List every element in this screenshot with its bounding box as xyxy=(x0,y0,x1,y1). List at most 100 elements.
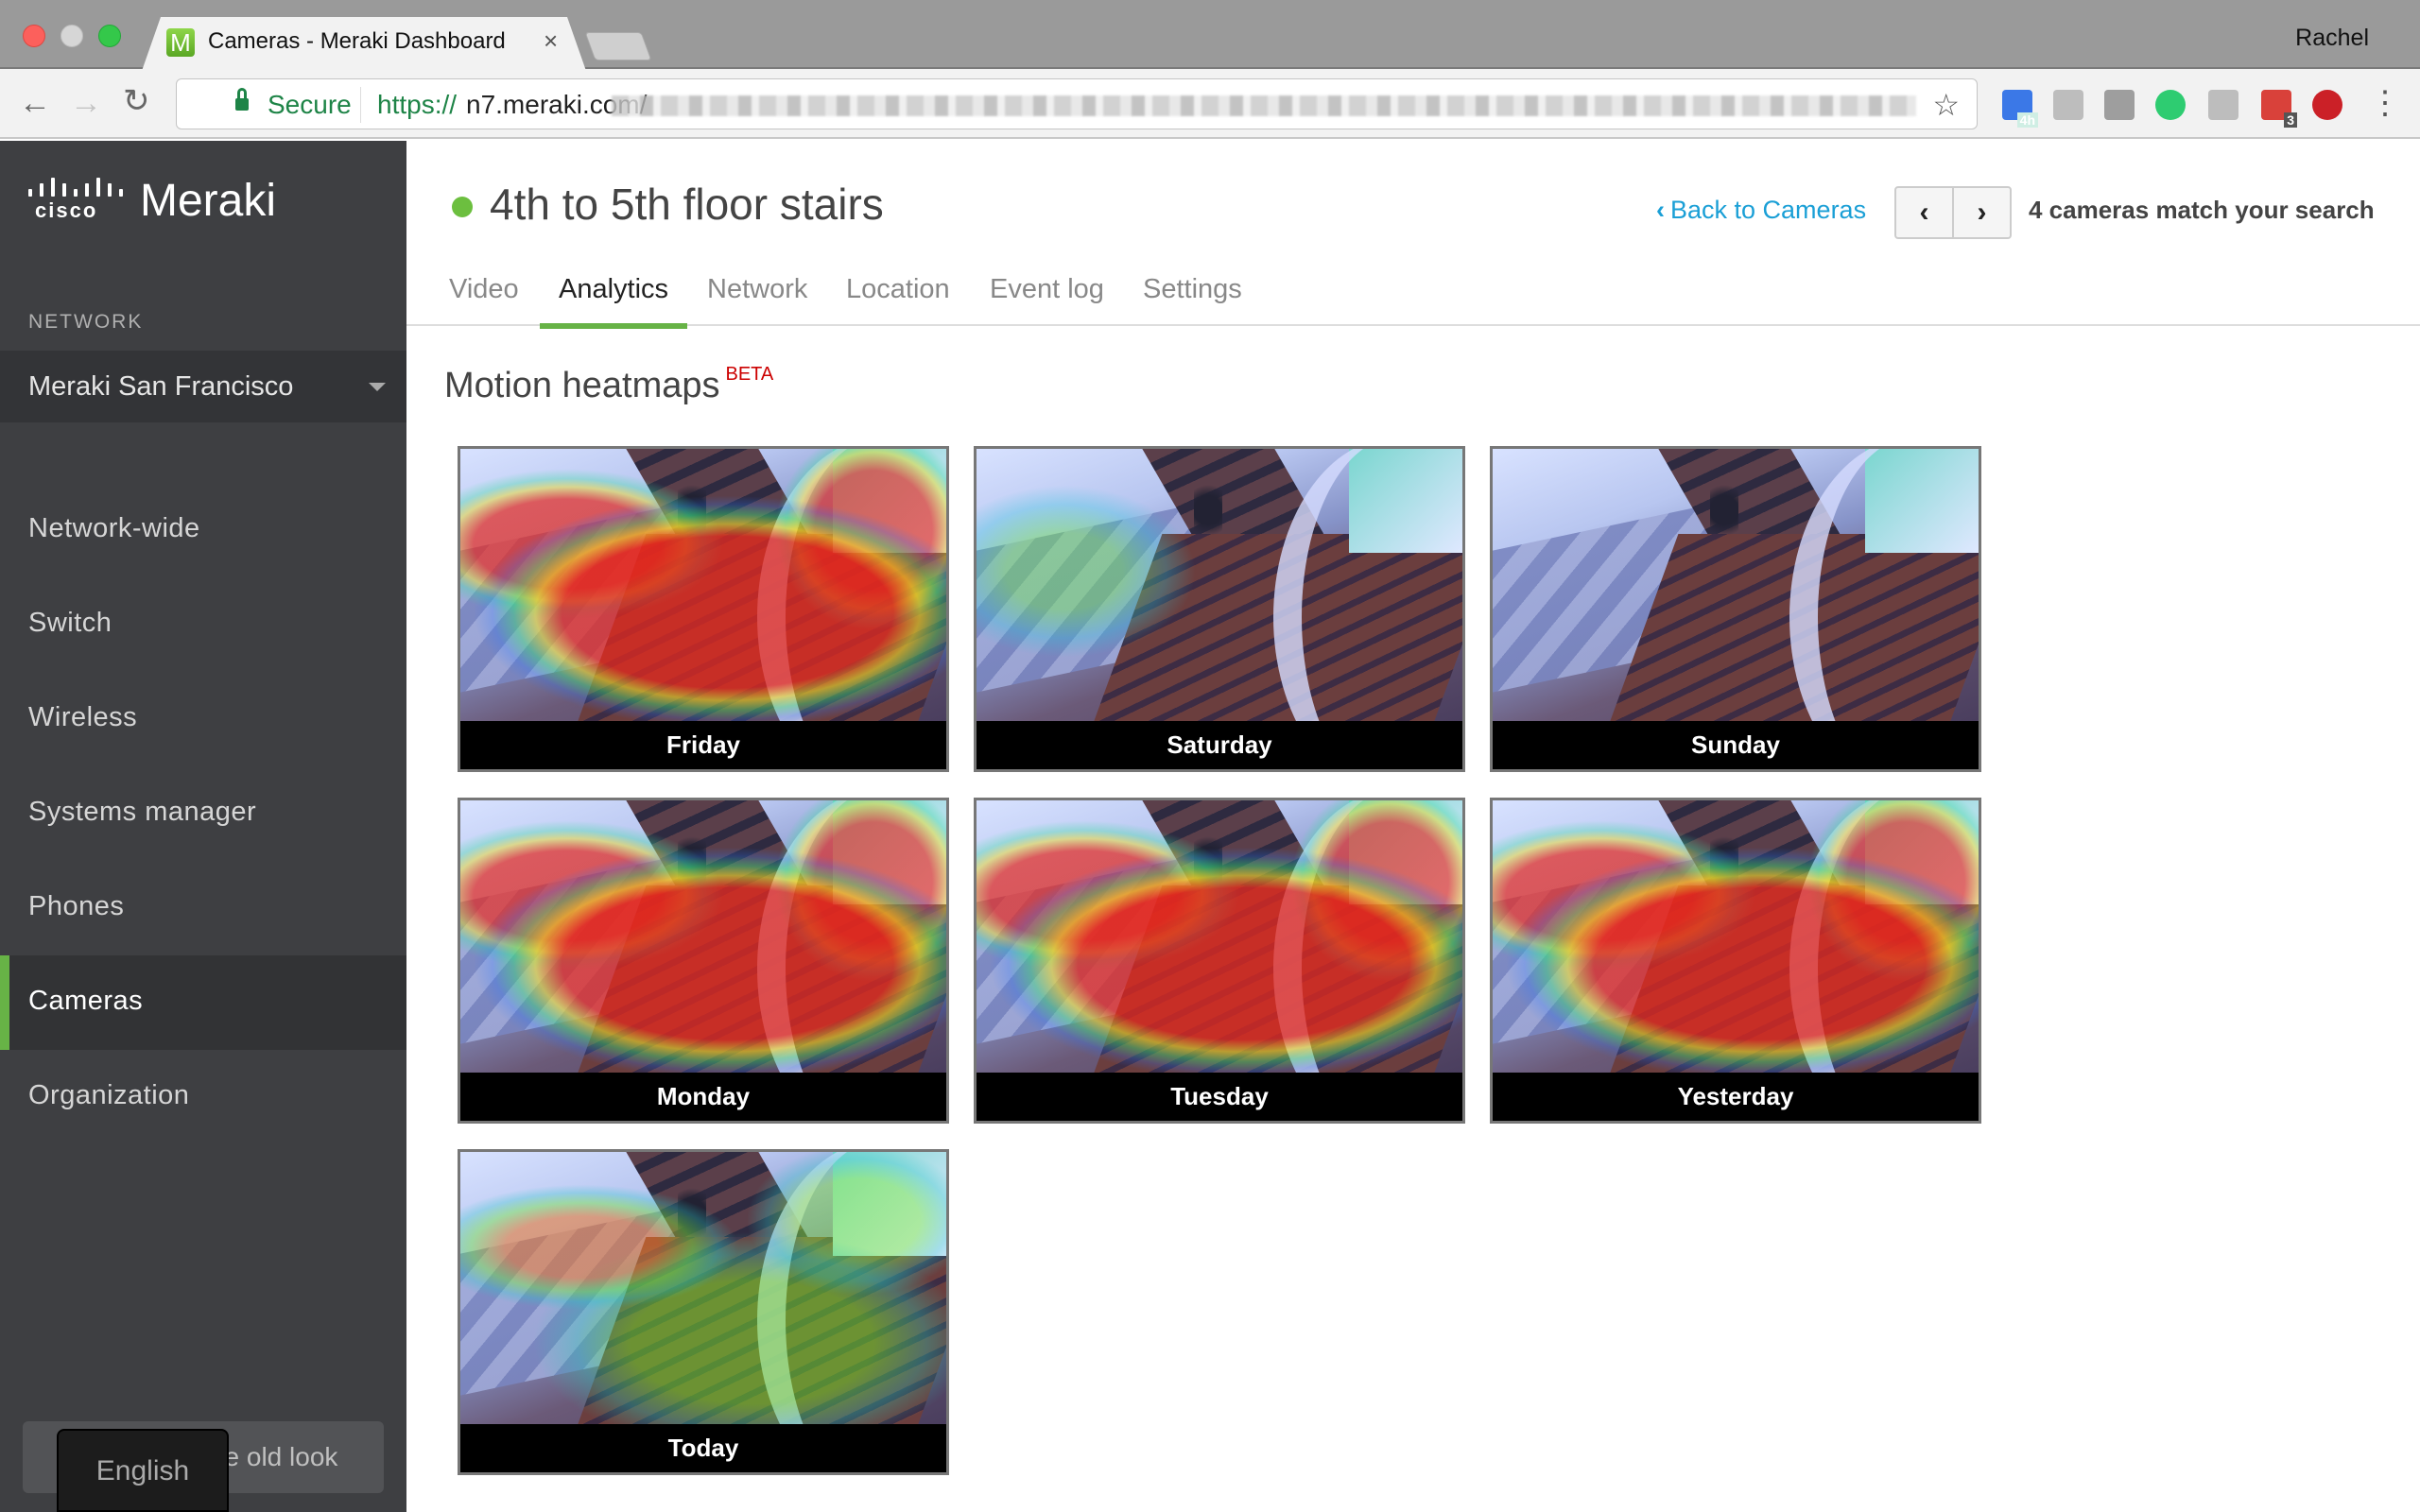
heatmap-tile-today[interactable]: Today xyxy=(458,1149,949,1475)
tab-location[interactable]: Location xyxy=(846,274,950,327)
heatmap-overlay xyxy=(977,449,1462,721)
sidebar-item-label: Network-wide xyxy=(28,513,200,543)
heatmap-overlay xyxy=(977,800,1462,1073)
back-arrow-icon[interactable]: ← xyxy=(19,84,51,122)
sidebar-item-label: Organization xyxy=(28,1080,190,1110)
tab-label: Location xyxy=(846,274,950,304)
heatmap-caption: Friday xyxy=(460,721,946,769)
minimize-window-button[interactable] xyxy=(60,25,83,47)
language-popup[interactable]: English xyxy=(57,1429,229,1512)
calendar-extension-icon[interactable]: 4h xyxy=(2002,90,2038,128)
back-to-cameras-link[interactable]: ‹ Back to Cameras xyxy=(1656,196,1866,225)
heatmap-caption: Sunday xyxy=(1493,721,1979,769)
secure-label: Secure xyxy=(268,90,352,119)
heatmap-tile-tuesday[interactable]: Tuesday xyxy=(974,798,1465,1124)
sidebar-item-organization[interactable]: Organization xyxy=(0,1050,406,1144)
section-title: Motion heatmaps xyxy=(444,366,720,405)
bookmark-star-icon[interactable]: ☆ xyxy=(1932,87,1960,123)
phone-extension-icon[interactable] xyxy=(2155,90,2186,120)
heatmap-overlay xyxy=(460,1152,946,1424)
beta-badge: BETA xyxy=(725,364,774,385)
heatmap-caption: Yesterday xyxy=(1493,1073,1979,1121)
sidebar-item-wireless[interactable]: Wireless xyxy=(0,672,406,766)
maximize-window-button[interactable] xyxy=(98,25,121,47)
sidebar-item-label: Wireless xyxy=(28,702,138,732)
sidebar-item-label: Cameras xyxy=(28,986,144,1016)
heatmap-image xyxy=(460,800,946,1073)
extension-badge: 3 xyxy=(2284,112,2297,128)
sidebar-item-network-wide[interactable]: Network-wide xyxy=(0,483,406,577)
heatmap-tile-yesterday[interactable]: Yesterday xyxy=(1490,798,1981,1124)
sidebar-item-label: Switch xyxy=(28,608,112,638)
tab-event-log[interactable]: Event log xyxy=(990,274,1104,327)
sidebar-item-phones[interactable]: Phones xyxy=(0,861,406,955)
previous-camera-button[interactable]: ‹ xyxy=(1896,188,1952,237)
next-camera-button[interactable]: › xyxy=(1954,188,2010,237)
address-separator xyxy=(360,87,361,123)
active-indicator xyxy=(0,955,9,1050)
cisco-wordmark: cisco xyxy=(35,198,98,222)
chevron-down-icon xyxy=(369,383,386,391)
heatmap-overlay xyxy=(1493,800,1979,1073)
browser-titlebar: M Cameras - Meraki Dashboard × Rachel xyxy=(0,0,2420,71)
heatmap-caption: Tuesday xyxy=(977,1073,1462,1121)
browser-toolbar: ← → ↻ Secure https:// n7.meraki.com/ ☆ 4… xyxy=(0,69,2420,139)
extension-badge: 4h xyxy=(2016,112,2038,128)
chevron-left-icon: ‹ xyxy=(1656,196,1665,224)
sidebar-item-systems-manager[interactable]: Systems manager xyxy=(0,766,406,861)
camera-match-count: 4 cameras match your search xyxy=(2029,196,2375,224)
browser-tab-title[interactable]: Cameras - Meraki Dashboard xyxy=(208,28,506,55)
cisco-logo: cisco xyxy=(26,174,123,222)
lastpass-extension-icon[interactable]: 3 xyxy=(2261,90,2297,128)
pinterest-extension-icon[interactable] xyxy=(2312,90,2342,120)
url-path-blurred xyxy=(612,95,1916,116)
browser-menu-icon[interactable]: ⋮ xyxy=(2369,86,2401,120)
back-link-label: Back to Cameras xyxy=(1670,196,1867,224)
heatmap-tile-saturday[interactable]: Saturday xyxy=(974,446,1465,772)
tab-network[interactable]: Network xyxy=(707,274,807,327)
tab-label: Settings xyxy=(1143,274,1242,304)
sidebar-item-label: Systems manager xyxy=(28,797,257,827)
camera-pager: ‹ › xyxy=(1894,186,2012,239)
heatmap-image xyxy=(460,1152,946,1424)
network-section-label: NETWORK xyxy=(28,311,144,333)
reload-icon[interactable]: ↻ xyxy=(123,82,150,120)
drive-extension-icon[interactable] xyxy=(2053,90,2083,120)
meraki-favicon-icon: M xyxy=(166,28,195,57)
main-content: 4th to 5th floor stairs ‹ Back to Cameras… xyxy=(406,141,2420,1512)
heatmap-overlay xyxy=(1493,449,1979,721)
shield-extension-icon[interactable] xyxy=(2104,90,2135,120)
heatmap-image xyxy=(977,449,1462,721)
lock-icon xyxy=(235,88,249,112)
tab-label: Network xyxy=(707,274,808,304)
language-label: English xyxy=(95,1455,190,1486)
sidebar-item-label: Phones xyxy=(28,891,125,921)
heatmap-overlay xyxy=(460,800,946,1073)
tab-close-icon[interactable]: × xyxy=(544,26,558,56)
browser-profile-name[interactable]: Rachel xyxy=(2295,25,2369,52)
heatmap-caption: Today xyxy=(460,1424,946,1472)
honey-extension-icon[interactable] xyxy=(2208,90,2238,120)
tab-label: Analytics xyxy=(559,274,669,304)
network-selector-value: Meraki San Francisco xyxy=(28,371,294,402)
sidebar: cisco Meraki NETWORK Meraki San Francisc… xyxy=(0,141,406,1512)
tab-analytics[interactable]: Analytics xyxy=(540,274,688,329)
tab-video[interactable]: Video xyxy=(449,274,519,327)
sidebar-item-cameras[interactable]: Cameras xyxy=(0,955,406,1050)
new-tab-button[interactable] xyxy=(584,32,652,60)
heatmap-image xyxy=(1493,449,1979,721)
tab-label: Event log xyxy=(990,274,1104,304)
network-selector[interactable]: Meraki San Francisco xyxy=(0,351,406,422)
heatmap-tile-sunday[interactable]: Sunday xyxy=(1490,446,1981,772)
heatmap-tile-friday[interactable]: Friday xyxy=(458,446,949,772)
close-window-button[interactable] xyxy=(23,25,45,47)
tab-settings[interactable]: Settings xyxy=(1143,274,1242,327)
heatmap-image xyxy=(977,800,1462,1073)
sidebar-item-switch[interactable]: Switch xyxy=(0,577,406,672)
heatmap-tile-monday[interactable]: Monday xyxy=(458,798,949,1124)
address-bar[interactable]: Secure https:// n7.meraki.com/ ☆ xyxy=(176,78,1978,129)
heatmap-image xyxy=(1493,800,1979,1073)
forward-arrow-icon[interactable]: → xyxy=(70,84,102,122)
meraki-wordmark: Meraki xyxy=(140,176,277,226)
heatmap-caption: Saturday xyxy=(977,721,1462,769)
